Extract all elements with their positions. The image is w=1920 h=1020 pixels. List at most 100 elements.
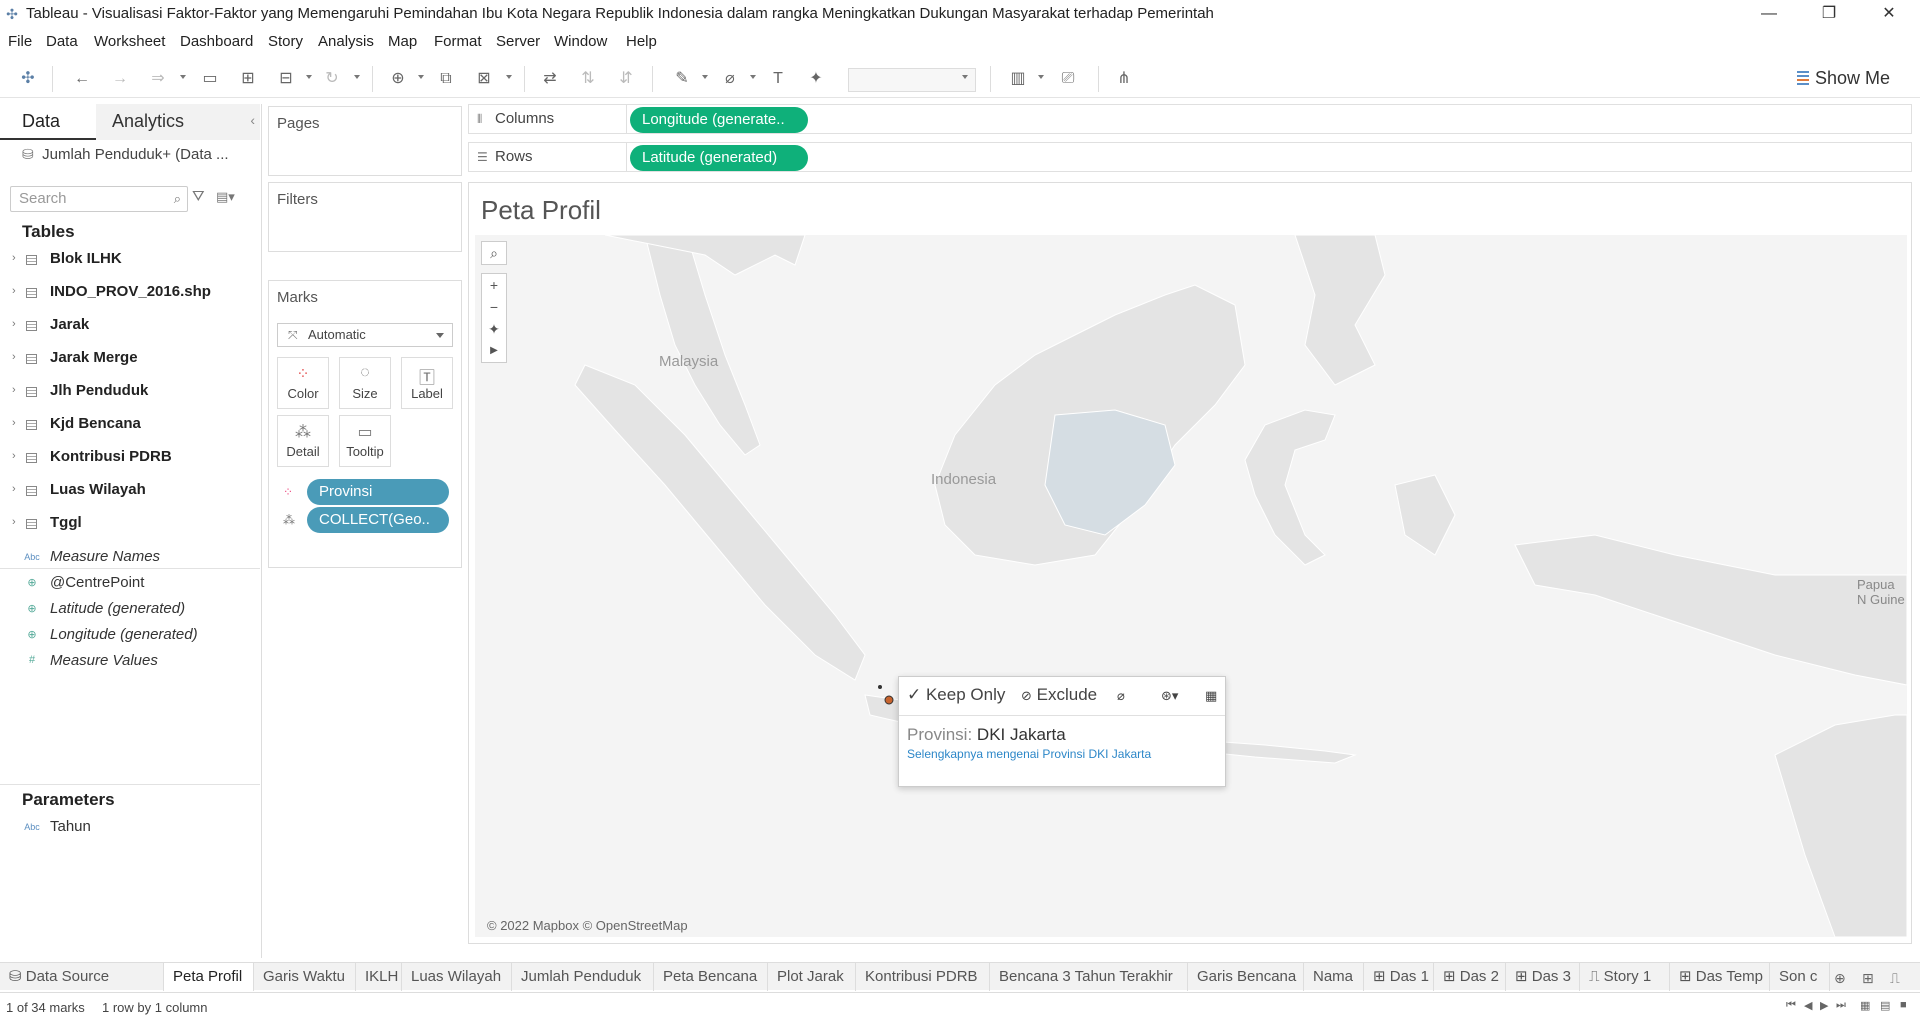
new-worksheet-tab-icon[interactable]: ⊕ [1834,970,1846,987]
pause-dropdown-icon[interactable] [306,75,312,79]
sheet-tab[interactable]: Plot Jarak [768,963,856,991]
expand-icon[interactable]: › [12,318,16,330]
group-members-icon[interactable]: ⌀ [1117,688,1125,704]
cards-dropdown-icon[interactable] [1038,75,1044,79]
sheet-tab[interactable]: Garis Bencana [1188,963,1304,991]
fix-axes-icon[interactable]: ✦ [804,68,828,90]
refresh-icon[interactable]: ↻ [320,68,344,90]
redo-icon[interactable]: → [108,68,132,90]
field-centrepoint[interactable]: ⊕ @CentrePoint [0,572,260,598]
new-story-tab-icon[interactable]: ⎍ [1890,970,1900,987]
sheet-tab[interactable]: Peta Bencana [654,963,768,991]
columns-shelf[interactable]: ⦀ Columns Longitude (generate.. [468,104,1912,134]
new-worksheet-dropdown-icon[interactable] [418,75,424,79]
size-button[interactable]: ◌ Size [339,357,391,409]
clear-sheet-icon[interactable]: ⊠ [472,68,496,90]
set-dropdown-icon[interactable]: ⊛▾ [1161,688,1178,704]
menu-help[interactable]: Help [626,33,657,50]
zoom-out-button[interactable]: − [482,296,506,318]
tab-analytics[interactable]: Analytics [96,104,260,140]
close-button[interactable]: ✕ [1866,0,1912,28]
filters-card[interactable]: Filters [268,182,462,252]
highlight-icon[interactable]: ✎ [670,68,694,90]
detail-button[interactable]: ⁂ Detail [277,415,329,467]
menu-window[interactable]: Window [554,33,607,50]
map-view[interactable]: Malaysia Indonesia Papua N Guine ⌕ + − ✦… [475,235,1907,937]
field-longitude[interactable]: ⊕ Longitude (generated) [0,624,260,650]
undo-icon[interactable]: ← [70,68,94,90]
sheet-tab[interactable]: ⊞ Das Temp [1670,963,1770,991]
sheet-tab[interactable]: Nama [1304,963,1364,991]
expand-toolbar-icon[interactable]: ▶ [482,340,506,362]
group-dropdown-icon[interactable] [750,75,756,79]
sheet-tab[interactable]: Peta Profil [164,963,254,991]
expand-icon[interactable]: › [12,516,16,528]
next-sheet-icon[interactable]: ▶ [1820,999,1828,1012]
color-button[interactable]: ⁘ Color [277,357,329,409]
latitude-pill[interactable]: Latitude (generated) [630,145,808,171]
sheet-sorter-icon[interactable]: ▦ [1860,999,1870,1012]
expand-icon[interactable]: › [12,252,16,264]
longitude-pill[interactable]: Longitude (generate.. [630,107,808,133]
sheet-tab[interactable]: Son c [1770,963,1830,991]
menu-worksheet[interactable]: Worksheet [94,33,165,50]
menu-dashboard[interactable]: Dashboard [180,33,253,50]
save-icon[interactable]: ▭ [198,68,222,90]
keep-only-button[interactable]: ✓ Keep Only [907,685,1005,705]
mark-type-select[interactable]: ⤧ Automatic [277,323,453,347]
sheet-tab[interactable]: Luas Wilayah [402,963,512,991]
new-worksheet-icon[interactable]: ⊕ [386,68,410,90]
parameter-tahun[interactable]: Abc Tahun [0,816,260,842]
expand-icon[interactable]: › [12,417,16,429]
show-me-button[interactable]: Show Me [1796,68,1890,89]
replay-icon[interactable]: ⇒ [146,68,170,90]
refresh-dropdown-icon[interactable] [354,75,360,79]
tooltip-button[interactable]: ▭ Tooltip [339,415,391,467]
sheet-tab[interactable]: IKLH [356,963,402,991]
view-data-icon[interactable]: ▦ [1205,688,1217,704]
table-item[interactable]: › Kjd Bencana [0,413,260,440]
field-latitude[interactable]: ⊕ Latitude (generated) [0,598,260,624]
table-item[interactable]: › Kontribusi PDRB [0,446,260,473]
expand-icon[interactable]: › [12,351,16,363]
table-item[interactable]: › INDO_PROV_2016.shp [0,281,260,308]
field-measure-values[interactable]: # Measure Values [0,650,260,676]
new-data-source-icon[interactable]: ⊞ [236,68,260,90]
provinsi-pill[interactable]: Provinsi [307,479,449,505]
last-sheet-icon[interactable]: ⏭ [1836,999,1846,1012]
minimize-button[interactable]: — [1746,0,1792,28]
expand-icon[interactable]: › [12,450,16,462]
previous-sheet-icon[interactable]: ◀ [1804,999,1812,1012]
pages-card[interactable]: Pages [268,106,462,176]
field-measure-names[interactable]: Abc Measure Names [0,546,260,572]
table-item[interactable]: › Jarak [0,314,260,341]
tableau-start-icon[interactable]: ✣ [16,68,40,90]
expand-icon[interactable]: › [12,384,16,396]
fit-dropdown[interactable] [848,68,976,92]
show-hide-cards-icon[interactable]: ▥ [1006,68,1030,90]
menu-analysis[interactable]: Analysis [318,33,374,50]
rows-shelf[interactable]: ☰ Rows Latitude (generated) [468,142,1912,172]
table-item[interactable]: › Blok ILHK [0,248,260,275]
expand-icon[interactable]: › [12,483,16,495]
sheet-tab[interactable]: Kontribusi PDRB [856,963,990,991]
sheet-tab[interactable]: Bencana 3 Tahun Terakhir [990,963,1188,991]
restore-button[interactable]: ❐ [1806,0,1852,28]
duplicate-icon[interactable]: ⧉ [434,68,458,90]
table-item[interactable]: › Tggl [0,512,260,539]
view-options-icon[interactable]: ▤▾ [216,189,235,205]
sheet-tab[interactable]: Garis Waktu [254,963,356,991]
replay-dropdown-icon[interactable] [180,75,186,79]
collect-geometry-pill[interactable]: COLLECT(Geo.. [307,507,449,533]
search-input[interactable]: Search ⌕ [10,186,188,212]
first-sheet-icon[interactable]: ⏮ [1786,999,1796,1012]
show-mark-labels-icon[interactable]: T [766,68,790,90]
menu-map[interactable]: Map [388,33,417,50]
clear-dropdown-icon[interactable] [506,75,512,79]
sort-ascending-icon[interactable]: ⇅ [576,68,600,90]
menu-data[interactable]: Data [46,33,78,50]
sort-descending-icon[interactable]: ⇵ [614,68,638,90]
fit-dropdown-arrow-icon[interactable] [962,75,968,79]
highlight-dropdown-icon[interactable] [702,75,708,79]
tabs-view-icon[interactable]: ■ [1900,999,1907,1011]
